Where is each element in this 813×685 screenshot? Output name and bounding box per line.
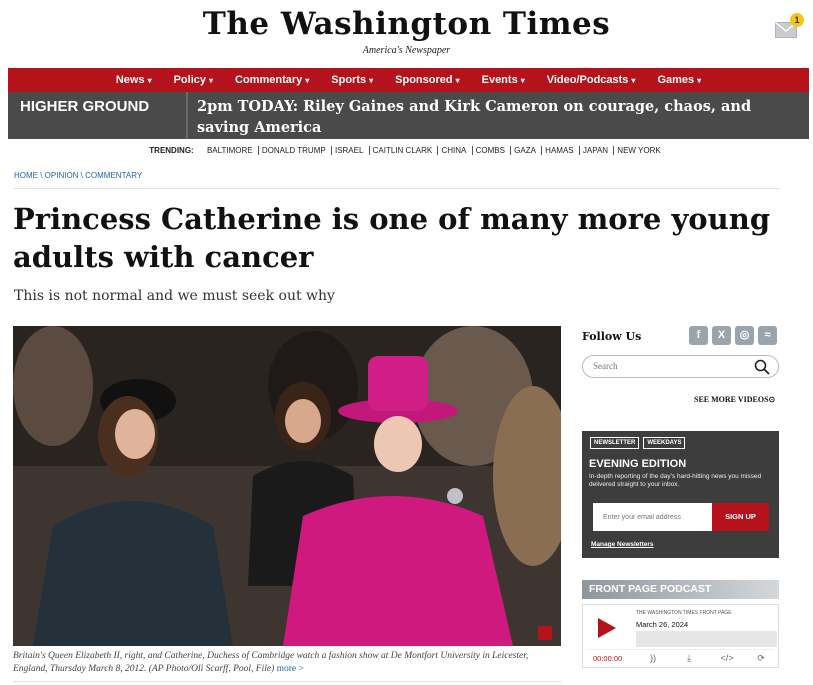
nav-item-sports[interactable]: Sports ▾ [320,74,384,86]
nav-item-news[interactable]: News ▾ [105,74,163,86]
podcast-date: March 26, 2024 [636,620,689,629]
trending-item[interactable]: JAPAN [578,146,612,155]
newsletter-description: In-depth reporting of the day's hard-hit… [589,473,762,488]
social-links: f X ◎ ≈ [689,326,777,345]
podcast-header: FRONT PAGE PODCAST [582,580,779,599]
nav-item-events[interactable]: Events ▾ [471,74,536,86]
article-photo[interactable] [13,326,561,646]
divider [587,649,774,650]
follow-us-label: Follow Us [582,330,642,343]
caption-more-link[interactable]: more > [277,664,304,674]
divider [14,188,780,189]
chevron-down-icon: ▾ [305,76,310,85]
breadcrumb-opinion[interactable]: OPINION [45,171,79,180]
share-icon[interactable]: ⟳ [755,652,767,664]
nav-item-video-podcasts[interactable]: Video/Podcasts ▾ [536,74,647,86]
signal-icon[interactable]: )) [647,652,659,664]
podcast-progress-bar[interactable] [636,631,777,647]
promo-banner[interactable]: HIGHER GROUND 2pm TODAY: Riley Gaines an… [8,92,809,139]
caption-text: Britain's Queen Elizabeth II, right, and… [13,651,529,674]
notification-badge: 1 [790,13,804,27]
trending-item[interactable]: CHINA [437,146,470,155]
chevron-down-icon: ▾ [697,76,702,85]
article-subhead: This is not normal and we must seek out … [14,288,335,304]
trending-label: TRENDING: [149,146,194,155]
breadcrumb-commentary[interactable]: COMMENTARY [85,171,142,180]
podcast-show-title: THE WASHINGTON TIMES FRONT PAGE [636,610,732,616]
play-icon[interactable] [598,618,616,638]
sign-up-button[interactable]: SIGN UP [712,503,769,531]
facebook-icon[interactable]: f [689,326,708,345]
chevron-down-icon: ▾ [631,76,636,85]
site-tagline: America's Newspaper [362,45,451,56]
nav-item-games[interactable]: Games ▾ [646,74,712,86]
nav-item-sponsored[interactable]: Sponsored ▾ [384,74,470,86]
trending-item[interactable]: GAZA [510,146,539,155]
masthead: The Washington Times America's Newspaper… [0,0,813,66]
page-title: Princess Catherine is one of many more y… [13,202,771,274]
trending-item[interactable]: BALTIMORE [204,146,256,155]
embed-icon[interactable]: </> [718,652,736,664]
email-field[interactable] [593,503,712,531]
chevron-down-icon: ▾ [520,76,525,85]
x-icon[interactable]: X [712,326,731,345]
trending-item[interactable]: HAMAS [541,146,577,155]
main-nav: News ▾ Policy ▾ Commentary ▾ Sports ▾ Sponso… [8,68,809,92]
chevron-down-icon: ▾ [369,76,374,85]
photo-illustration [13,326,561,646]
newsletter-tags: NEWSLETTER WEEKDAYS [590,437,686,449]
breadcrumb: HOME \ OPINION \ COMMENTARY [14,171,142,180]
breadcrumb-separator: \ [38,171,45,180]
trending-item[interactable]: DONALD TRUMP [257,146,329,155]
search-input[interactable] [593,361,743,371]
banner-divider [186,92,188,139]
podcast-player: THE WASHINGTON TIMES FRONT PAGE March 26… [582,604,779,668]
newsletter-tag: NEWSLETTER [590,437,640,449]
search-box [582,355,779,378]
see-more-videos-link[interactable]: SEE MORE VIDEOS⊙ [694,395,775,404]
newsletter-signup: NEWSLETTER WEEKDAYS EVENING EDITION In-d… [582,431,779,558]
instagram-icon[interactable]: ◎ [735,326,754,345]
chevron-down-icon: ▾ [147,76,152,85]
nav-item-commentary[interactable]: Commentary ▾ [224,74,320,86]
divider [13,681,561,682]
breadcrumb-home[interactable]: HOME [14,171,38,180]
trending-item[interactable]: COMBS [471,146,508,155]
banner-headline[interactable]: 2pm TODAY: Riley Gaines and Kirk Cameron… [197,96,797,138]
newsletter-tag: WEEKDAYS [643,437,686,449]
newsletter-title: EVENING EDITION [589,458,687,470]
podcast-time: 00:00:00 [593,654,623,663]
nav-item-policy[interactable]: Policy ▾ [163,74,224,86]
trending-item[interactable]: CAITLIN CLARK [368,146,436,155]
download-icon[interactable]: ⤓ [683,652,695,664]
photo-caption: Britain's Queen Elizabeth II, right, and… [13,650,561,676]
trending-bar: TRENDING: BALTIMORE DONALD TRUMP ISRAEL … [0,146,813,155]
trending-item[interactable]: ISRAEL [330,146,367,155]
site-logo[interactable]: The Washington Times [0,6,813,42]
banner-label: HIGHER GROUND [20,98,150,115]
rss-icon[interactable]: ≈ [758,326,777,345]
chevron-down-icon: ▾ [455,76,460,85]
search-icon[interactable] [754,359,770,375]
trending-item[interactable]: NEW YORK [613,146,664,155]
chevron-down-icon: ▾ [209,76,214,85]
manage-newsletters-link[interactable]: Manage Newsletters [591,541,654,548]
